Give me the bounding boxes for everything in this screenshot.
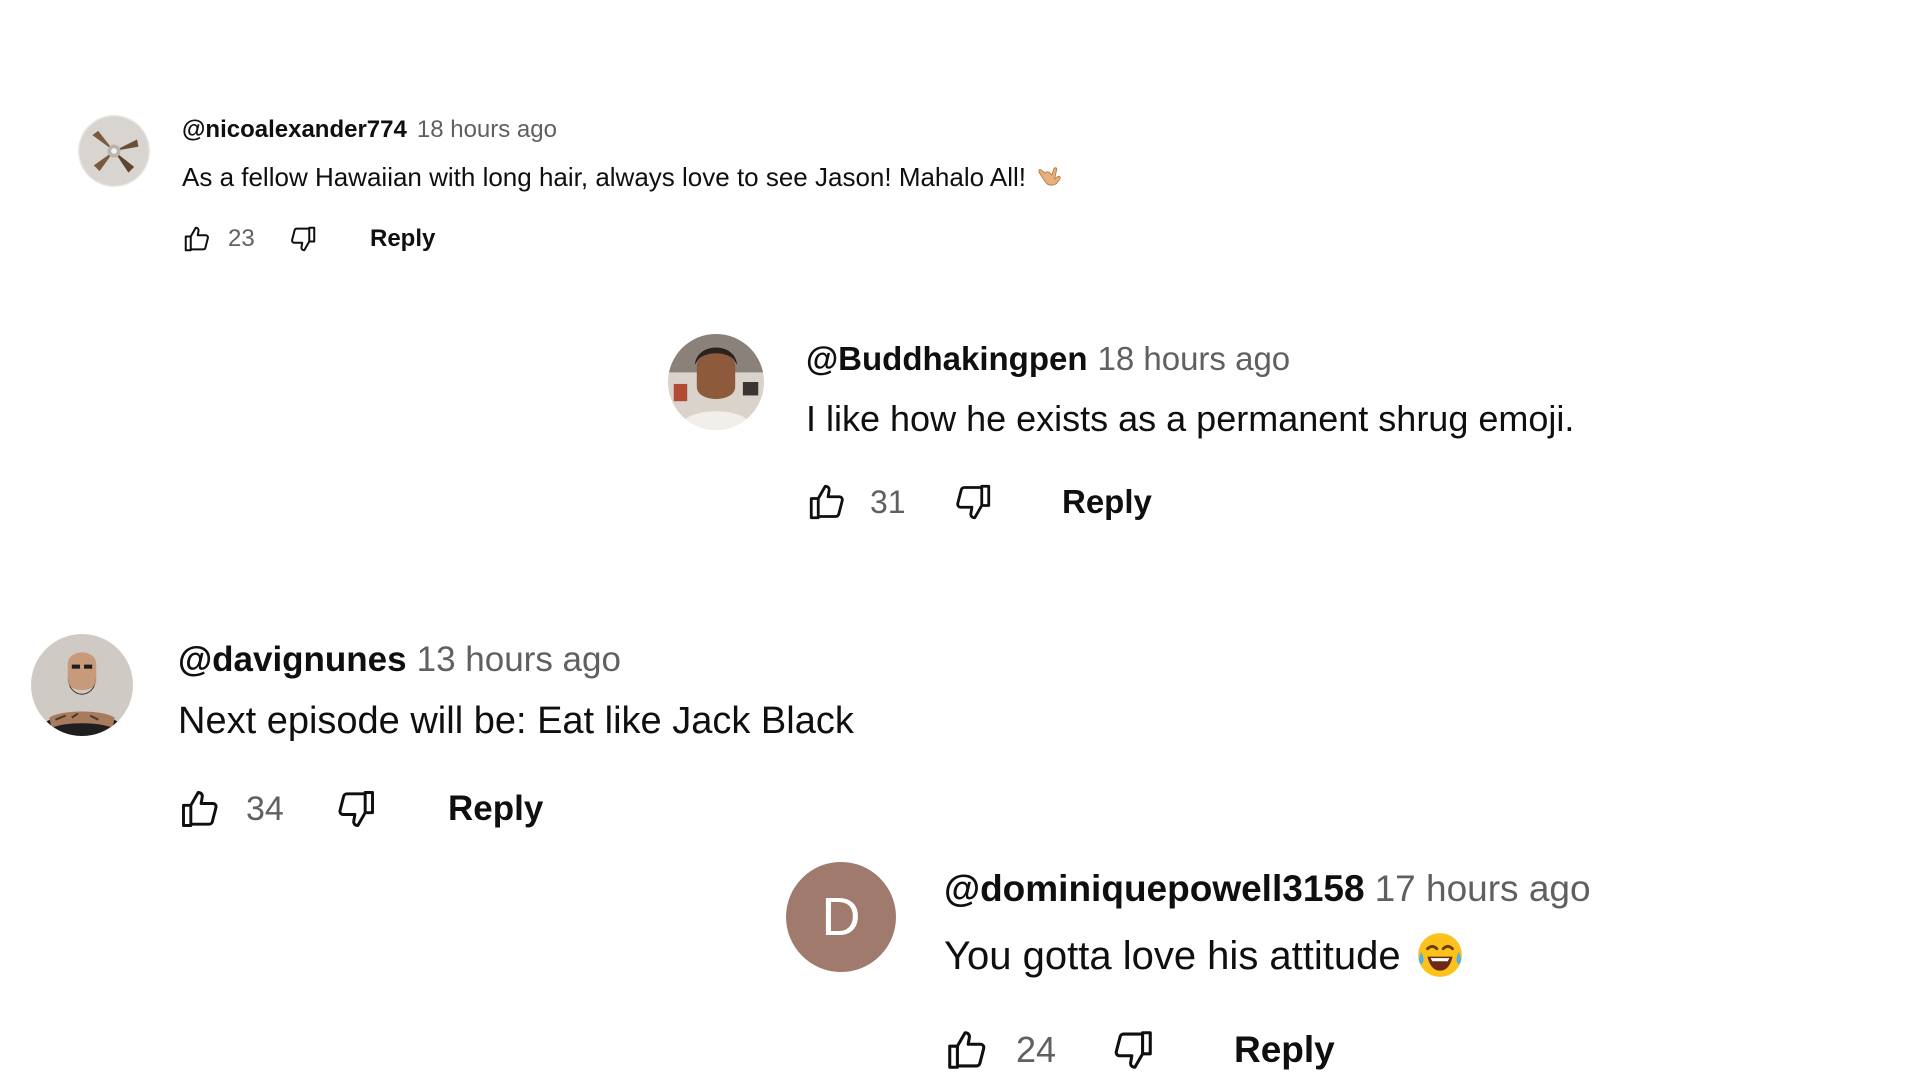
comment-actions: 34 Reply [178, 786, 543, 832]
ceiling-fan-photo [78, 115, 150, 187]
thumbs-down-icon[interactable] [334, 787, 378, 831]
comment-actions: 31 Reply [806, 480, 1152, 524]
reply-button[interactable]: Reply [448, 789, 543, 829]
tears-of-joy-emoji [1415, 930, 1465, 980]
thumbs-up-icon[interactable] [806, 481, 848, 523]
avatar[interactable]: D [786, 862, 896, 972]
comment-body: Next episode will be: Eat like Jack Blac… [178, 700, 854, 742]
person-photo [668, 334, 764, 430]
comment-author[interactable]: @Buddhakingpen [806, 340, 1088, 377]
like-count: 24 [1016, 1029, 1057, 1070]
comment-header: @Buddhakingpen 18 hours ago [806, 340, 1290, 378]
comments-section: @nicoalexander774 18 hours ago As a fello… [0, 0, 1920, 1080]
avatar-letter: D [821, 887, 861, 947]
comment-text: You gotta love his attitude [944, 933, 1465, 980]
comment-actions: 23 Reply [182, 222, 435, 256]
comment-time[interactable]: 13 hours ago [417, 640, 621, 679]
like-count: 34 [246, 789, 284, 828]
like-count: 23 [228, 225, 255, 252]
avatar[interactable] [668, 334, 764, 430]
shaka-hand-emoji [1034, 161, 1064, 191]
comment-author[interactable]: @davignunes [178, 640, 407, 679]
comment-body: I like how he exists as a permanent shru… [806, 398, 1575, 439]
comment-header: @nicoalexander774 18 hours ago [182, 116, 557, 144]
comment-author[interactable]: @dominiquepowell3158 [944, 868, 1365, 909]
comment-text: I like how he exists as a permanent shru… [806, 398, 1574, 440]
thumbs-down-icon[interactable] [288, 224, 318, 254]
avatar[interactable] [78, 115, 150, 187]
like-count: 31 [870, 483, 906, 520]
comment-header: @dominiquepowell3158 17 hours ago [944, 868, 1591, 910]
thumbs-up-icon[interactable] [178, 787, 222, 831]
reply-button[interactable]: Reply [1062, 483, 1152, 521]
thumbs-up-icon[interactable] [944, 1027, 990, 1073]
comment-header: @davignunes 13 hours ago [178, 640, 621, 680]
bald-bearded-man-photo [31, 634, 133, 736]
comment-time[interactable]: 18 hours ago [417, 116, 557, 143]
comment-time[interactable]: 18 hours ago [1098, 340, 1291, 377]
reply-button[interactable]: Reply [1234, 1029, 1335, 1071]
comment-author[interactable]: @nicoalexander774 [182, 116, 407, 143]
comment-actions: 24 Reply [944, 1026, 1335, 1074]
reply-button[interactable]: Reply [370, 225, 435, 253]
comment-text: Next episode will be: Eat like Jack Blac… [178, 700, 854, 743]
avatar[interactable] [31, 634, 133, 736]
comment-text: As a fellow Hawaiian with long hair, alw… [182, 162, 1064, 193]
thumbs-down-icon[interactable] [1110, 1027, 1156, 1073]
comment-time[interactable]: 17 hours ago [1375, 868, 1591, 909]
comment-body: As a fellow Hawaiian with long hair, alw… [182, 162, 1026, 192]
thumbs-up-icon[interactable] [182, 224, 212, 254]
thumbs-down-icon[interactable] [952, 481, 994, 523]
comment-body: You gotta love his attitude [944, 934, 1401, 978]
